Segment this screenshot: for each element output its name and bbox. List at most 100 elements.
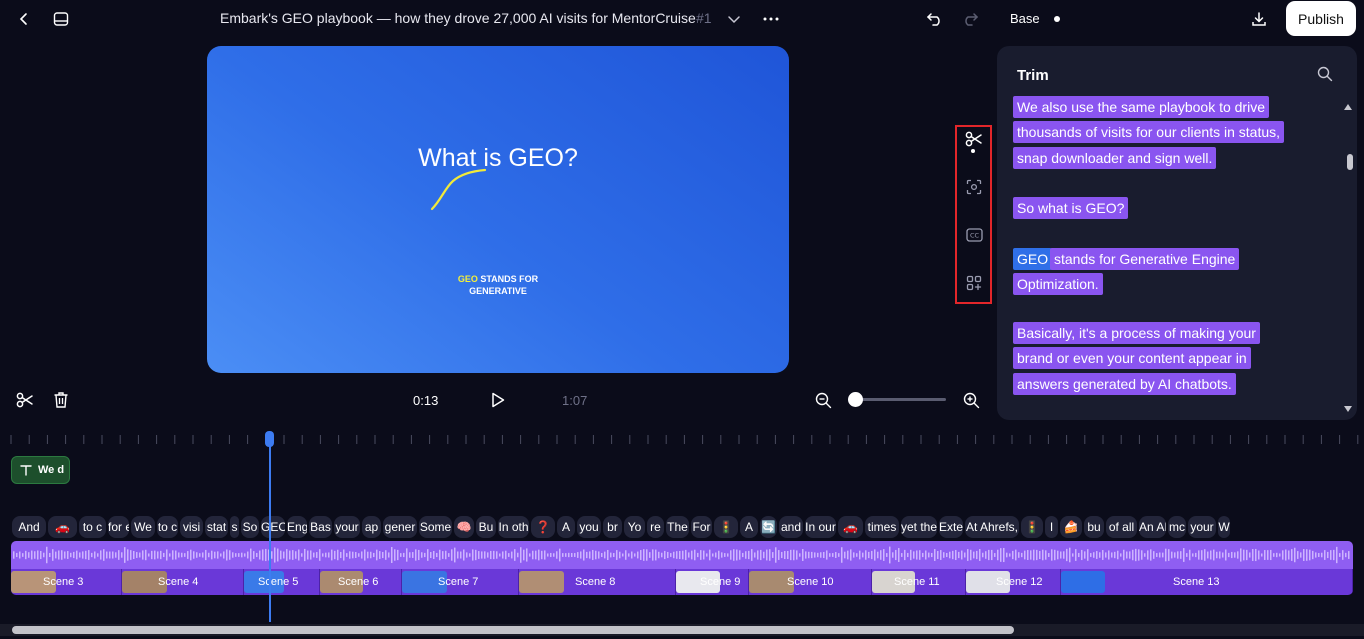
word-chip[interactable]: gener [383, 516, 417, 538]
layout-panel-icon[interactable] [49, 7, 73, 31]
word-chip[interactable]: ap [362, 516, 381, 538]
zoom-slider-track[interactable] [856, 398, 946, 401]
back-chevron-icon[interactable] [12, 7, 36, 31]
scene-clip[interactable]: Scene 3 [11, 569, 122, 595]
word-chip[interactable]: your [1188, 516, 1216, 538]
word-chip[interactable]: br [603, 516, 622, 538]
word-chip[interactable]: visi [180, 516, 203, 538]
download-icon[interactable] [1247, 7, 1271, 31]
waveform-bar [835, 552, 837, 558]
scene-clip[interactable]: Scene 12 [966, 569, 1061, 595]
scene-clip[interactable]: Scene 13 [1061, 569, 1353, 595]
zoom-in-icon[interactable] [959, 388, 983, 412]
split-scissors-icon[interactable] [13, 388, 37, 412]
text-overlay-clip[interactable]: We d [11, 456, 70, 484]
word-chip[interactable]: ❓ [531, 516, 555, 538]
transcript-line[interactable]: thousands of visits for our clients in s… [1013, 121, 1285, 143]
word-chip[interactable]: And [12, 516, 46, 538]
word-chip[interactable]: to c [79, 516, 106, 538]
word-chip[interactable]: 🚦 [714, 516, 738, 538]
word-chip[interactable]: Exte [939, 516, 963, 538]
transcript-active-word[interactable]: GEO [1013, 248, 1053, 270]
add-elements-icon[interactable] [963, 272, 985, 294]
timeline-scrollbar-thumb[interactable] [12, 626, 1014, 634]
trash-icon[interactable] [49, 388, 73, 412]
word-chip[interactable]: In our [805, 516, 836, 538]
word-chip[interactable]: Eng [287, 516, 307, 538]
scissors-icon[interactable] [963, 128, 985, 150]
word-chip[interactable]: yet the [901, 516, 937, 538]
word-chip[interactable]: 🚗 [48, 516, 77, 538]
scene-clip[interactable]: Scene 4 [122, 569, 244, 595]
word-chip[interactable]: mc [1168, 516, 1186, 538]
chevron-down-icon[interactable] [722, 7, 746, 31]
scene-clip[interactable]: Scene 5 [244, 569, 320, 595]
word-chip[interactable]: 🚗 [838, 516, 863, 538]
word-chip[interactable]: you [577, 516, 601, 538]
captions-cc-icon[interactable]: CC [963, 224, 985, 246]
word-chip[interactable]: I [1045, 516, 1058, 538]
video-preview[interactable]: What is GEO? GEO STANDS FOR GENERATIVE [207, 46, 789, 373]
transcript-line[interactable]: Basically, it's a process of making your [1013, 322, 1260, 344]
transcript-line[interactable]: We also use the same playbook to drive [1013, 96, 1269, 118]
transcript-line[interactable]: stands for Generative Engine [1050, 248, 1240, 270]
timeline-ruler[interactable] [0, 432, 1364, 446]
scene-clip[interactable]: Scene 8 [519, 569, 676, 595]
word-chip[interactable]: s [230, 516, 239, 538]
word-chip[interactable]: your [334, 516, 360, 538]
scene-clip[interactable]: Scene 7 [402, 569, 519, 595]
focus-frame-icon[interactable] [963, 176, 985, 198]
word-chip[interactable]: In oth [498, 516, 529, 538]
word-chip[interactable]: 🔄 [760, 516, 777, 538]
word-chip[interactable]: For [691, 516, 712, 538]
word-chip[interactable]: and [779, 516, 803, 538]
word-chip[interactable]: re [647, 516, 664, 538]
publish-button[interactable]: Publish [1286, 1, 1356, 36]
zoom-slider-handle[interactable] [848, 392, 863, 407]
word-chip[interactable]: 🍰 [1060, 516, 1082, 538]
audio-waveform-track[interactable] [11, 541, 1353, 569]
play-icon[interactable] [486, 388, 510, 412]
playhead-handle[interactable] [265, 431, 274, 447]
word-chip[interactable]: 🧠 [454, 516, 474, 538]
redo-icon[interactable] [958, 7, 982, 31]
word-chip[interactable]: An AI [1139, 516, 1166, 538]
panel-scroll-thumb[interactable] [1347, 154, 1353, 170]
transcript-line[interactable]: answers generated by AI chatbots. [1013, 373, 1236, 395]
zoom-out-icon[interactable] [811, 388, 835, 412]
word-chip[interactable]: W [1218, 516, 1230, 538]
transcript-line[interactable]: So what is GEO? [1013, 197, 1129, 219]
word-chip[interactable]: 🚦 [1021, 516, 1043, 538]
panel-scrollbar[interactable] [1342, 104, 1354, 416]
word-chip[interactable]: Bas [309, 516, 332, 538]
undo-icon[interactable] [923, 7, 947, 31]
word-chip[interactable]: So [241, 516, 259, 538]
word-chip[interactable]: A [740, 516, 758, 538]
word-chip[interactable]: Yo [624, 516, 645, 538]
word-chip[interactable]: Bu [476, 516, 496, 538]
more-options-icon[interactable] [759, 7, 783, 31]
word-chip[interactable]: of all [1106, 516, 1137, 538]
word-chip[interactable]: At Ahrefs, [965, 516, 1019, 538]
word-chip[interactable]: times [865, 516, 899, 538]
scene-clip[interactable]: Scene 10 [749, 569, 872, 595]
word-chip[interactable]: for e [108, 516, 129, 538]
transcript-line[interactable]: Optimization. [1013, 273, 1103, 295]
project-title[interactable]: Embark's GEO playbook — how they drove 2… [220, 10, 696, 26]
transcript-line[interactable]: snap downloader and sign well. [1013, 147, 1217, 169]
waveform-bar [277, 548, 279, 562]
word-chip[interactable]: to c [157, 516, 178, 538]
word-chip[interactable]: bu [1084, 516, 1104, 538]
scene-clip[interactable]: Scene 9 [676, 569, 749, 595]
scene-clip[interactable]: Scene 11 [872, 569, 966, 595]
word-chip[interactable]: GEO [261, 516, 285, 538]
scene-clip[interactable]: Scene 6 [320, 569, 402, 595]
search-icon[interactable] [1317, 66, 1333, 82]
word-chip[interactable]: We [131, 516, 155, 538]
word-chip[interactable]: Some [419, 516, 452, 538]
word-chip[interactable]: stat [205, 516, 228, 538]
transcript-line[interactable]: brand or even your content appear in [1013, 347, 1251, 369]
word-chip[interactable]: The [666, 516, 689, 538]
version-label[interactable]: Base [1010, 11, 1040, 26]
word-chip[interactable]: A [557, 516, 575, 538]
